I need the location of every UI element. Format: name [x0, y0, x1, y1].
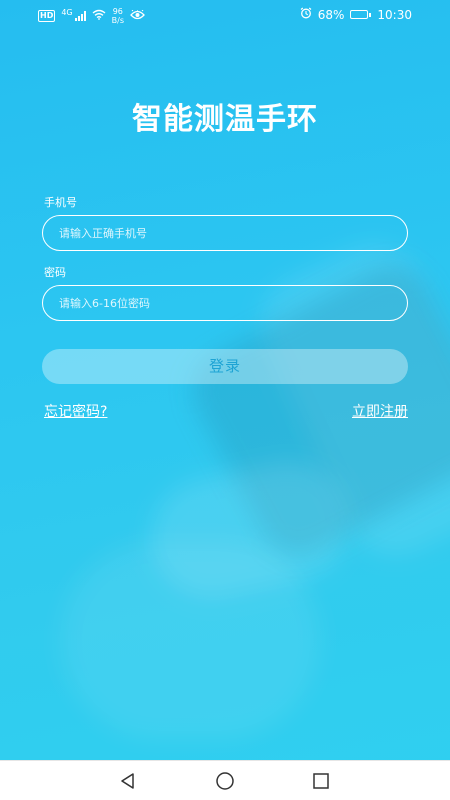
password-label: 密码 — [44, 266, 66, 279]
network-speed-unit: B/s — [111, 16, 124, 25]
navigation-bar — [0, 760, 450, 800]
battery-icon — [350, 10, 372, 19]
app-title: 智能测温手环 — [132, 102, 318, 137]
alarm-icon — [300, 7, 312, 22]
phone-label: 手机号 — [44, 196, 77, 209]
background-hand — [60, 540, 320, 740]
battery-percent: 68% — [317, 7, 345, 22]
status-bar: HD 4G 96 B/s 68% 10:30 — [0, 0, 450, 30]
recent-apps-icon[interactable] — [311, 771, 331, 791]
password-input[interactable] — [42, 285, 408, 321]
eye-icon — [130, 9, 145, 23]
forgot-password-link[interactable]: 忘记密码? — [44, 401, 107, 421]
register-link[interactable]: 立即注册 — [352, 401, 408, 421]
login-button[interactable]: 登录 — [42, 349, 408, 384]
clock-time: 10:30 — [377, 7, 412, 22]
phone-input[interactable] — [42, 215, 408, 251]
network-speed: 96 B/s — [112, 7, 124, 25]
signal-icon — [74, 11, 86, 21]
hd-badge: HD — [38, 10, 56, 22]
network-type: 4G — [61, 7, 73, 17]
home-icon[interactable] — [215, 771, 235, 791]
login-screen: HD 4G 96 B/s 68% 10:30 智能测温手环 手机号 请输入正确手… — [0, 0, 450, 800]
wifi-icon — [92, 9, 106, 23]
back-icon[interactable] — [118, 771, 138, 791]
status-left: HD 4G 96 B/s — [38, 7, 145, 25]
network-speed-value: 96 — [112, 7, 123, 16]
status-right: 68% 10:30 — [300, 7, 412, 22]
